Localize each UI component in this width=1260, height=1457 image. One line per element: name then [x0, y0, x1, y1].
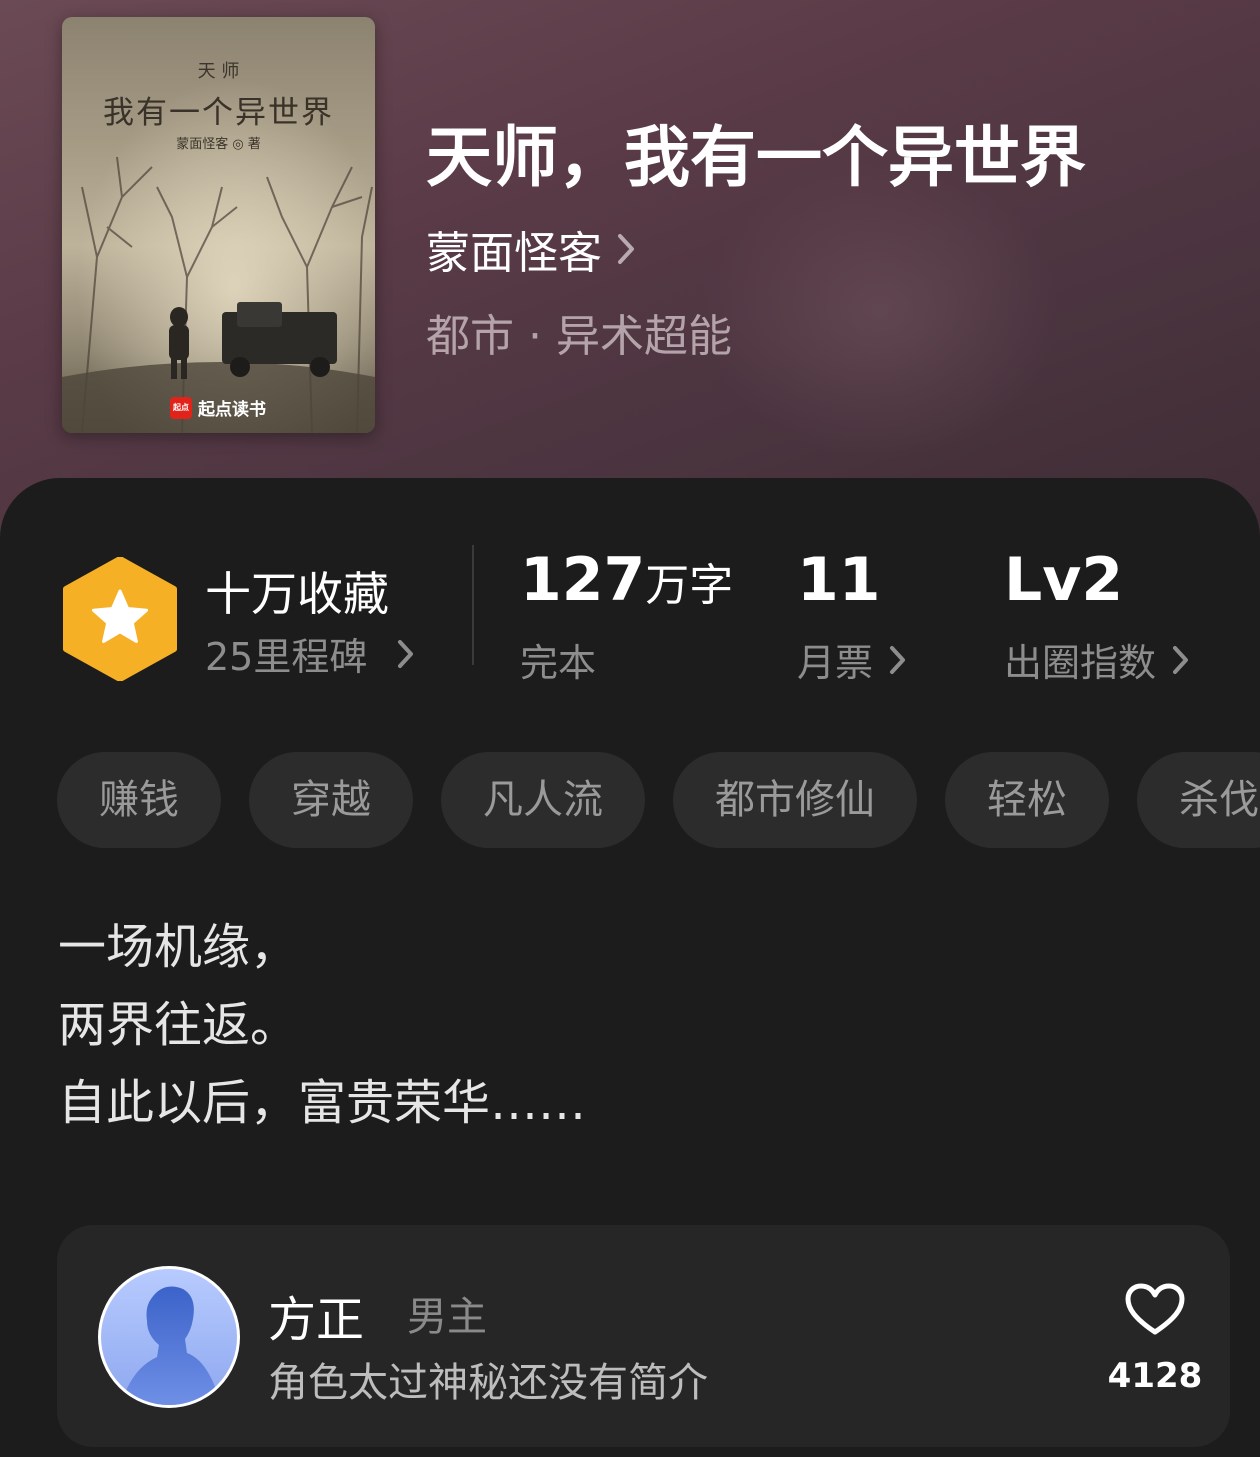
book-cover[interactable]: 天 师 我有一个异世界 蒙面怪客 ◎ 著 起点 起点读书 [62, 17, 375, 433]
milestone-text: 25里程碑 [205, 635, 368, 679]
monthly-ticket-link[interactable]: 月票 [797, 632, 907, 687]
character-name: 方正 [268, 1292, 365, 1348]
cover-author: 蒙面怪客 ◎ 著 [176, 137, 261, 152]
completion-status: 完本 [520, 632, 596, 687]
word-count: 127万字 [520, 545, 733, 615]
book-title: 天师，我有一个异世界 [426, 118, 1086, 196]
monthly-ticket-text: 月票 [797, 641, 874, 685]
cover-brand: 起点 起点读书 [170, 395, 266, 420]
tag-chip[interactable]: 凡人流 [441, 752, 645, 848]
heart-icon[interactable] [1124, 1282, 1186, 1338]
book-description[interactable]: 一场机缘， 两界往返。 自此以后，富贵荣华…… [58, 908, 586, 1142]
tag-chip[interactable]: 赚钱 [57, 752, 221, 848]
monthly-ticket-count: 11 [797, 545, 881, 615]
character-description: 角色太过神秘还没有简介 [268, 1360, 708, 1406]
cover-brand-text: 起点读书 [198, 400, 266, 420]
collection-label: 十万收藏 [205, 567, 389, 621]
cover-title: 我有一个异世界 [103, 95, 334, 131]
word-count-value: 127 [520, 545, 646, 615]
character-card[interactable]: 方正 男主 角色太过神秘还没有简介 4128 [57, 1225, 1230, 1447]
description-line: 自此以后，富贵荣华…… [58, 1075, 587, 1131]
milestone-link[interactable]: 25里程碑 [205, 626, 415, 681]
completion-text: 完本 [520, 641, 597, 685]
stats-divider [472, 545, 474, 665]
tag-list: 赚钱 穿越 凡人流 都市修仙 轻松 杀伐 [57, 752, 1260, 848]
popularity-level: Lv2 [1004, 545, 1124, 615]
avatar[interactable] [98, 1266, 240, 1408]
brand-logo-icon: 起点 [170, 396, 192, 419]
description-line: 一场机缘， [58, 919, 299, 975]
like-count: 4128 [1107, 1356, 1203, 1396]
genre-label[interactable]: 都市 · 异术超能 [426, 300, 732, 364]
author-link[interactable]: 蒙面怪客 [426, 217, 636, 281]
description-line: 两界往返。 [58, 997, 299, 1053]
tag-chip[interactable]: 穿越 [249, 752, 413, 848]
popularity-index-text: 出圈指数 [1004, 641, 1157, 685]
author-name: 蒙面怪客 [426, 228, 602, 279]
star-badge-icon [63, 557, 177, 681]
chevron-right-icon [398, 639, 414, 668]
chevron-right-icon [1173, 645, 1189, 674]
chevron-right-icon [618, 234, 634, 264]
chevron-right-icon [890, 645, 906, 674]
tag-chip[interactable]: 轻松 [945, 752, 1109, 848]
character-role: 男主 [407, 1294, 487, 1340]
tag-chip[interactable]: 都市修仙 [673, 752, 917, 848]
popularity-index-link[interactable]: 出圈指数 [1004, 632, 1190, 687]
tag-chip[interactable]: 杀伐 [1137, 752, 1260, 848]
cover-seal: 天 师 [197, 61, 240, 82]
word-count-unit: 万字 [645, 560, 734, 611]
avatar-silhouette-icon [121, 1286, 221, 1405]
